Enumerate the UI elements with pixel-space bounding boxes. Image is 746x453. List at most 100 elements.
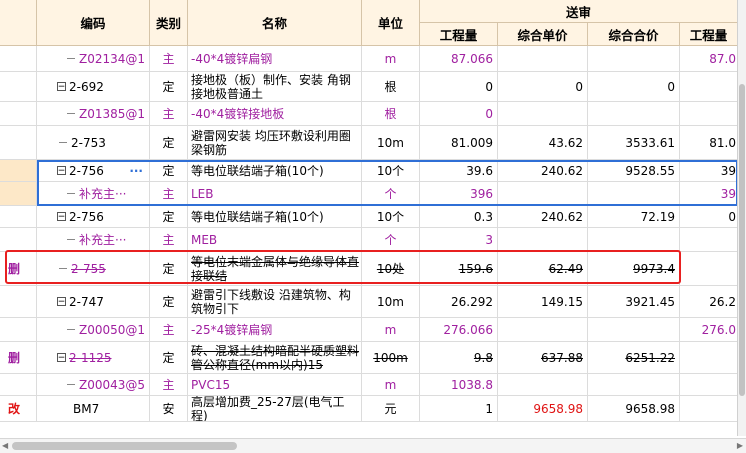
row-mark[interactable] xyxy=(0,72,37,102)
horizontal-scrollbar[interactable]: ◀ ▶ xyxy=(0,438,746,453)
horizontal-scroll-thumb[interactable] xyxy=(12,442,237,450)
category-cell[interactable]: 主 xyxy=(150,102,188,126)
total-price-cell[interactable] xyxy=(588,46,680,72)
table-row[interactable]: 删 −2-1125 定 砖、混凝土结构暗配半硬质塑料管公称直径(mm以内)15 100m… xyxy=(0,342,738,374)
unit-price-cell[interactable]: 149.15 xyxy=(498,286,588,318)
quantity-2-cell[interactable] xyxy=(680,374,738,396)
code-cell[interactable]: Z02134@1 xyxy=(37,46,150,72)
code-cell[interactable]: 2-753 xyxy=(37,126,150,160)
name-cell[interactable]: 避雷引下线敷设 沿建筑物、构筑物引下 xyxy=(188,286,362,318)
category-cell[interactable]: 定 xyxy=(150,286,188,318)
unit-cell[interactable]: 根 xyxy=(362,102,420,126)
table-row[interactable]: Z01385@1 主 -40*4镀锌接地板 根 0 xyxy=(0,102,738,126)
total-price-cell[interactable]: 9658.98 xyxy=(588,396,680,422)
table-row[interactable]: 2-753 定 避雷网安装 均压环敷设利用圈梁钢筋 10m 81.009 43.62 353… xyxy=(0,126,738,160)
unit-cell[interactable]: m xyxy=(362,374,420,396)
header-name[interactable]: 名称 xyxy=(188,0,362,46)
total-price-cell[interactable] xyxy=(588,374,680,396)
quantity-2-cell[interactable]: 0 xyxy=(680,206,738,228)
unit-price-cell[interactable] xyxy=(498,374,588,396)
header-total-price[interactable]: 综合合价 xyxy=(588,23,680,46)
table-row[interactable]: Z00050@1 主 -25*4镀锌扁钢 m 276.066 276.0 xyxy=(0,318,738,342)
quantity-cell[interactable]: 0.3 xyxy=(420,206,498,228)
row-mark[interactable]: 删 xyxy=(0,342,37,374)
code-cell[interactable]: 补充主··· xyxy=(37,228,150,252)
scroll-right-icon[interactable]: ▶ xyxy=(737,441,743,450)
name-cell[interactable]: -25*4镀锌扁钢 xyxy=(188,318,362,342)
quantity-cell[interactable]: 9.8 xyxy=(420,342,498,374)
quantity-cell[interactable]: 81.009 xyxy=(420,126,498,160)
quantity-cell[interactable]: 26.292 xyxy=(420,286,498,318)
code-cell[interactable]: −2-756 xyxy=(37,206,150,228)
quantity-2-cell[interactable]: 87.0 xyxy=(680,46,738,72)
total-price-cell[interactable]: 72.19 xyxy=(588,206,680,228)
row-mark[interactable]: 改 xyxy=(0,396,37,422)
collapse-icon[interactable]: − xyxy=(57,82,66,91)
category-cell[interactable]: 主 xyxy=(150,46,188,72)
table-row[interactable]: 改 BM7 安 高层增加费_25-27层(电气工程) 元 1 9658.98 9658.98 xyxy=(0,396,738,422)
category-cell[interactable]: 安 xyxy=(150,396,188,422)
quantity-cell[interactable]: 87.066 xyxy=(420,46,498,72)
name-cell[interactable]: 高层增加费_25-27层(电气工程) xyxy=(188,396,362,422)
quantity-cell[interactable]: 1 xyxy=(420,396,498,422)
total-price-cell[interactable] xyxy=(588,318,680,342)
unit-price-cell[interactable]: 9658.98 xyxy=(498,396,588,422)
row-mark[interactable] xyxy=(0,182,37,206)
code-cell[interactable]: −2-692 xyxy=(37,72,150,102)
table-row[interactable]: −2-747 定 避雷引下线敷设 沿建筑物、构筑物引下 10m 26.292 149.15… xyxy=(0,286,738,318)
row-mark[interactable] xyxy=(0,126,37,160)
quantity-2-cell[interactable]: 276.0 xyxy=(680,318,738,342)
table-row[interactable]: Z02134@1 主 -40*4镀锌扁钢 m 87.066 87.0 xyxy=(0,46,738,72)
unit-price-cell[interactable] xyxy=(498,102,588,126)
name-cell[interactable]: -40*4镀锌扁钢 xyxy=(188,46,362,72)
row-mark[interactable] xyxy=(0,160,37,182)
unit-cell[interactable]: 10个 xyxy=(362,206,420,228)
quantity-2-cell[interactable]: 26.2 xyxy=(680,286,738,318)
unit-price-cell[interactable] xyxy=(498,318,588,342)
header-unit-price[interactable]: 综合单价 xyxy=(498,23,588,46)
row-mark[interactable] xyxy=(0,228,37,252)
row-mark[interactable] xyxy=(0,206,37,228)
header-unit[interactable]: 单位 xyxy=(362,0,420,46)
table-row[interactable]: 补充主··· 主 MEB 个 3 xyxy=(0,228,738,252)
quantity-cell[interactable]: 3 xyxy=(420,228,498,252)
table-row[interactable]: −2-692 定 接地极（板）制作、安装 角钢接地极普通土 根 0 0 0 xyxy=(0,72,738,102)
unit-cell[interactable]: m xyxy=(362,46,420,72)
code-cell[interactable]: −2-1125 xyxy=(37,342,150,374)
row-mark[interactable] xyxy=(0,46,37,72)
header-category[interactable]: 类别 xyxy=(150,0,188,46)
code-cell[interactable]: Z01385@1 xyxy=(37,102,150,126)
unit-price-cell[interactable]: 0 xyxy=(498,72,588,102)
name-cell[interactable]: 接地极（板）制作、安装 角钢接地极普通土 xyxy=(188,72,362,102)
row-mark[interactable] xyxy=(0,318,37,342)
code-cell[interactable]: Z00050@1 xyxy=(37,318,150,342)
quantity-2-cell[interactable] xyxy=(680,228,738,252)
header-quantity[interactable]: 工程量 xyxy=(420,23,498,46)
row-mark[interactable] xyxy=(0,286,37,318)
row-mark[interactable] xyxy=(0,374,37,396)
table-row[interactable]: Z00043@5 主 PVC15 m 1038.8 xyxy=(0,374,738,396)
collapse-icon[interactable]: − xyxy=(57,297,66,306)
quantity-cell[interactable]: 276.066 xyxy=(420,318,498,342)
name-cell[interactable]: PVC15 xyxy=(188,374,362,396)
header-quantity-2[interactable]: 工程量 xyxy=(680,23,738,46)
category-cell[interactable]: 定 xyxy=(150,126,188,160)
total-price-cell[interactable] xyxy=(588,228,680,252)
quantity-2-cell[interactable] xyxy=(680,72,738,102)
unit-price-cell[interactable] xyxy=(498,46,588,72)
name-cell[interactable]: -40*4镀锌接地板 xyxy=(188,102,362,126)
unit-cell[interactable]: m xyxy=(362,318,420,342)
quantity-2-cell[interactable] xyxy=(680,252,738,286)
collapse-icon[interactable]: − xyxy=(57,353,66,362)
code-cell[interactable]: −2-747 xyxy=(37,286,150,318)
table-row[interactable]: −2-756 定 等电位联结端子箱(10个) 10个 0.3 240.62 72.19 0 xyxy=(0,206,738,228)
scroll-left-icon[interactable]: ◀ xyxy=(2,441,8,450)
code-cell[interactable]: Z00043@5 xyxy=(37,374,150,396)
unit-cell[interactable]: 100m xyxy=(362,342,420,374)
name-cell[interactable]: 等电位联结端子箱(10个) xyxy=(188,206,362,228)
quantity-2-cell[interactable] xyxy=(680,396,738,422)
vertical-scrollbar[interactable] xyxy=(737,0,746,436)
category-cell[interactable]: 定 xyxy=(150,72,188,102)
total-price-cell[interactable]: 3921.45 xyxy=(588,286,680,318)
unit-price-cell[interactable]: 43.62 xyxy=(498,126,588,160)
